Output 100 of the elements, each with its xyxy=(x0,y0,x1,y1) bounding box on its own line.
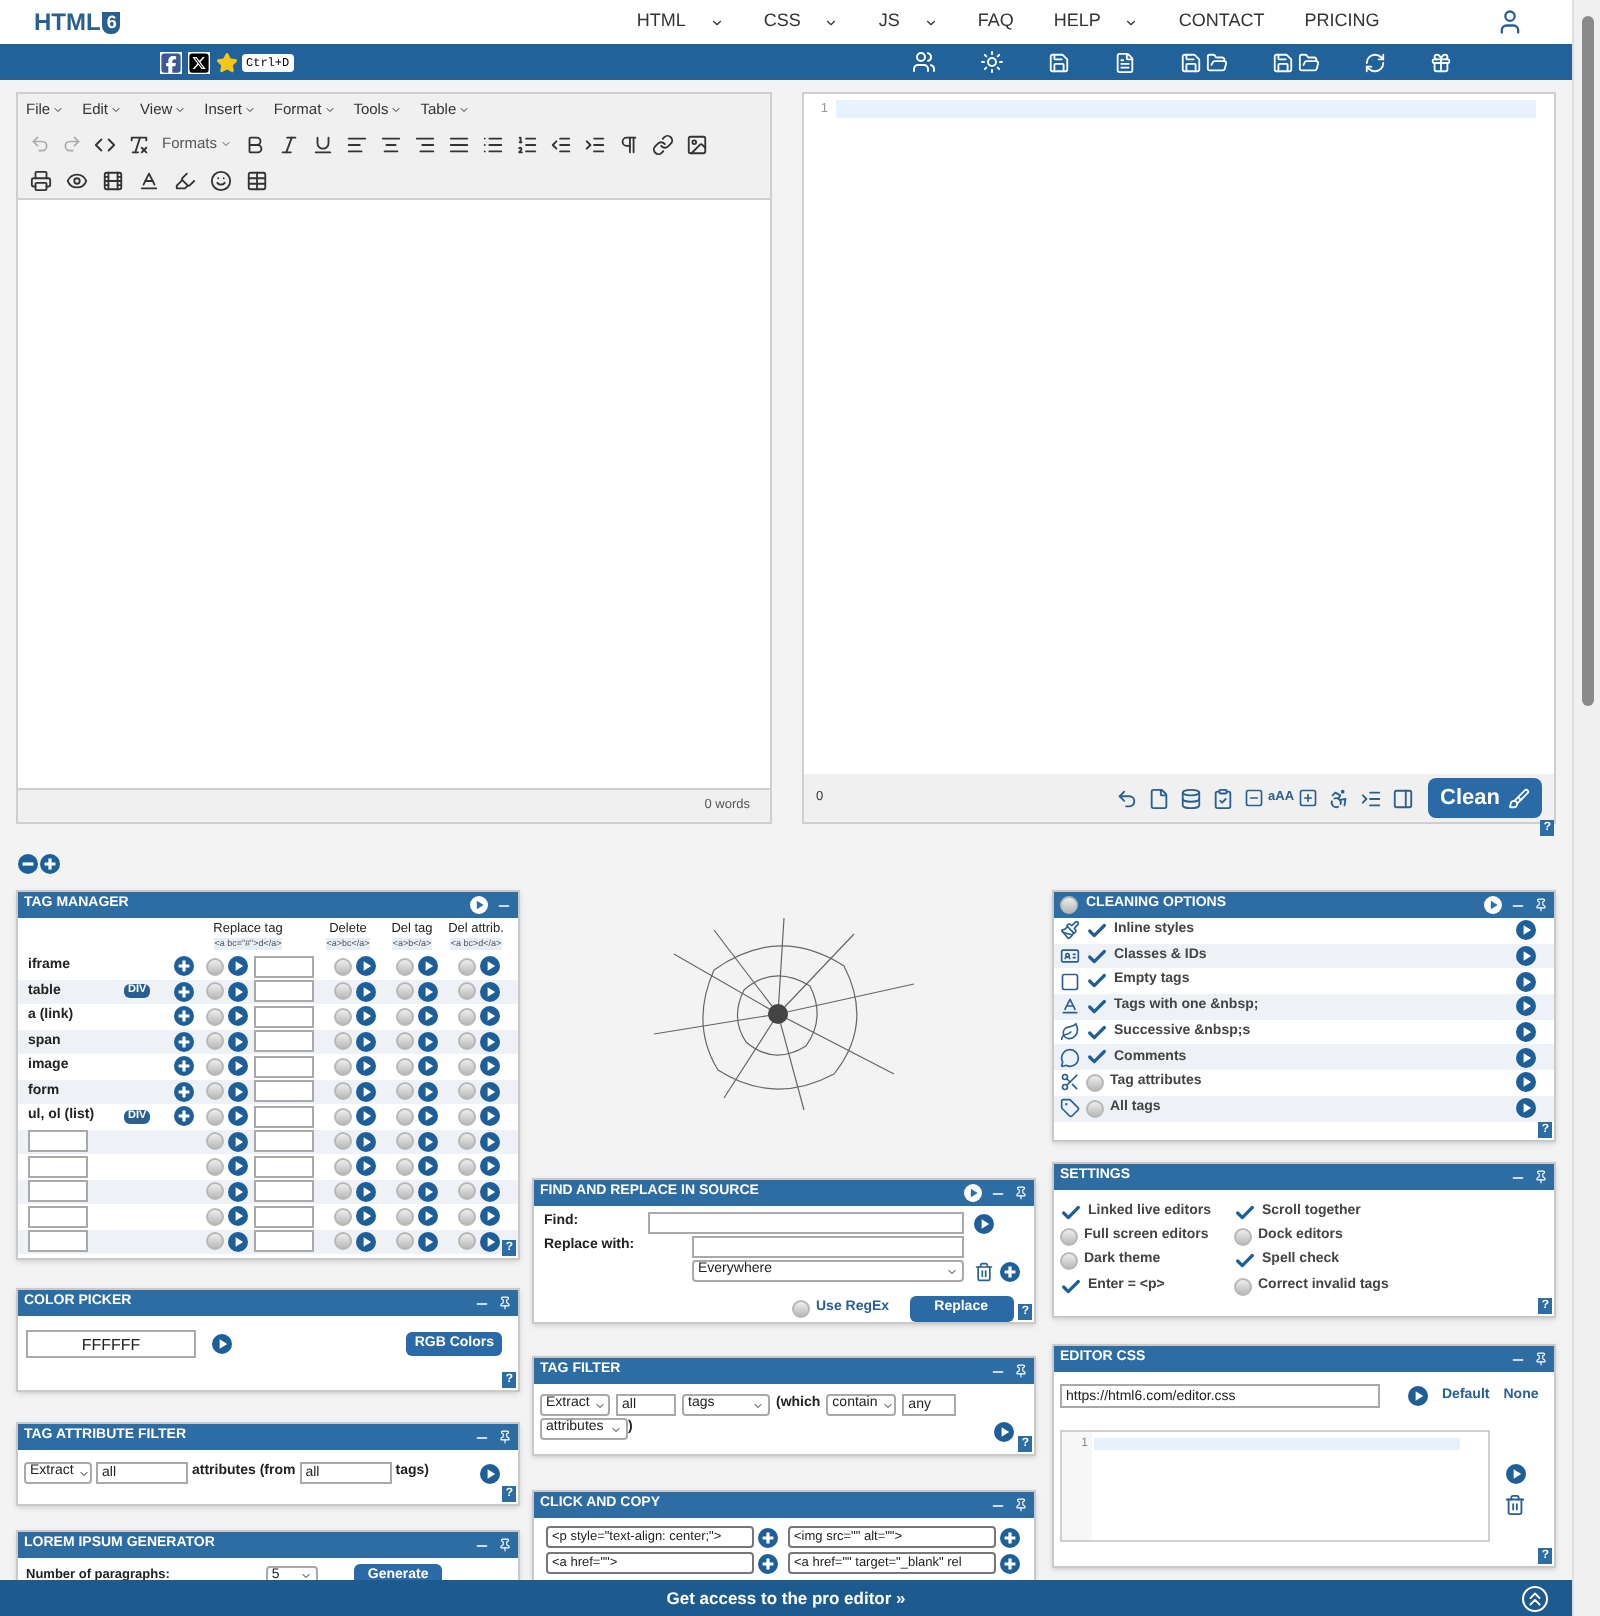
play-button[interactable] xyxy=(1516,1022,1536,1043)
color-field[interactable]: FFFFFF xyxy=(26,1330,196,1358)
radio-button[interactable] xyxy=(334,1057,352,1076)
play-button[interactable] xyxy=(356,1206,376,1227)
outdent-icon[interactable] xyxy=(549,133,572,155)
nav-link[interactable]: JS xyxy=(878,8,938,36)
radio-button[interactable] xyxy=(458,1007,476,1026)
radio-button[interactable] xyxy=(1086,1073,1104,1092)
radio-button[interactable] xyxy=(334,1032,352,1051)
add-button[interactable] xyxy=(1000,1261,1020,1281)
play-button[interactable] xyxy=(418,1006,438,1027)
italic-icon[interactable] xyxy=(277,133,300,155)
play-button[interactable] xyxy=(418,1156,438,1177)
radio-button[interactable] xyxy=(206,1232,224,1251)
emoji-icon[interactable] xyxy=(210,169,232,191)
radio-button[interactable] xyxy=(206,1032,224,1051)
play-button[interactable] xyxy=(480,1156,500,1177)
pin-icon[interactable] xyxy=(1014,1364,1028,1378)
play-button[interactable] xyxy=(1516,1047,1536,1068)
check-icon[interactable] xyxy=(1086,1021,1108,1044)
run-button[interactable] xyxy=(470,896,488,914)
radio-button[interactable] xyxy=(792,1300,810,1318)
promo-link[interactable]: Get access to the pro editor » xyxy=(666,1585,906,1611)
radio-button[interactable] xyxy=(206,1182,224,1201)
scroll-top-icon[interactable] xyxy=(1522,1585,1548,1611)
table-icon[interactable] xyxy=(246,169,268,191)
radio-button[interactable] xyxy=(206,1107,224,1126)
play-button[interactable] xyxy=(480,981,500,1002)
radio-button[interactable] xyxy=(1234,1227,1252,1246)
radio-button[interactable] xyxy=(206,1207,224,1226)
play-button[interactable] xyxy=(418,1081,438,1102)
play-button[interactable] xyxy=(480,1463,500,1483)
play-button[interactable] xyxy=(1505,1464,1525,1484)
radio-button[interactable] xyxy=(458,1082,476,1101)
check-icon[interactable] xyxy=(1086,919,1108,942)
play-button[interactable] xyxy=(418,1131,438,1152)
radio-button[interactable] xyxy=(458,1107,476,1126)
play-button[interactable] xyxy=(356,1131,376,1152)
pin-icon[interactable] xyxy=(498,1430,512,1444)
pin-icon[interactable] xyxy=(1534,1352,1548,1366)
radio-button[interactable] xyxy=(334,1132,352,1151)
add-button[interactable] xyxy=(758,1553,778,1573)
play-button[interactable] xyxy=(480,956,500,977)
play-button[interactable] xyxy=(228,1056,248,1077)
nav-link[interactable]: PRICING xyxy=(1304,8,1380,36)
panel-icon[interactable] xyxy=(1392,787,1415,809)
star-icon[interactable] xyxy=(216,51,238,73)
play-button[interactable] xyxy=(228,956,248,977)
play-button[interactable] xyxy=(480,1006,500,1027)
radio-button[interactable] xyxy=(334,957,352,976)
play-button[interactable] xyxy=(418,956,438,977)
folder-icon[interactable] xyxy=(1297,51,1320,73)
pilcrow-icon[interactable] xyxy=(617,133,640,155)
save-icon[interactable] xyxy=(1271,51,1294,73)
radio-button[interactable] xyxy=(396,1157,414,1176)
radio-button[interactable] xyxy=(206,982,224,1001)
radio-button[interactable] xyxy=(334,1182,352,1201)
radio-button[interactable] xyxy=(396,1207,414,1226)
radio-button[interactable] xyxy=(1086,1099,1104,1118)
add-button[interactable] xyxy=(758,1527,778,1547)
replace-input[interactable] xyxy=(254,955,314,978)
radio-button[interactable] xyxy=(334,1207,352,1226)
align-justify-icon[interactable] xyxy=(447,133,470,155)
print-icon[interactable] xyxy=(30,169,52,191)
tag-input[interactable] xyxy=(28,1230,88,1253)
play-button[interactable] xyxy=(480,1106,500,1127)
check-icon[interactable] xyxy=(1234,1201,1256,1224)
play-button[interactable] xyxy=(228,1081,248,1102)
add-button[interactable] xyxy=(174,1056,194,1077)
radio-button[interactable] xyxy=(458,1182,476,1201)
replace-input[interactable] xyxy=(254,1155,314,1178)
replace-input[interactable] xyxy=(254,1055,314,1078)
play-button[interactable] xyxy=(356,1231,376,1252)
replace-input[interactable] xyxy=(254,1180,314,1203)
radio-button[interactable] xyxy=(458,1032,476,1051)
play-button[interactable] xyxy=(480,1056,500,1077)
play-button[interactable] xyxy=(356,1181,376,1202)
play-button[interactable] xyxy=(1516,1072,1536,1093)
clipboard-icon[interactable] xyxy=(1212,787,1235,809)
play-button[interactable] xyxy=(1516,946,1536,967)
highlight-icon[interactable] xyxy=(174,169,196,191)
trash-icon[interactable] xyxy=(1504,1494,1526,1516)
play-button[interactable] xyxy=(418,1056,438,1077)
radio-button[interactable] xyxy=(396,1032,414,1051)
radio-button[interactable] xyxy=(206,957,224,976)
nav-link[interactable]: FAQ xyxy=(977,8,1014,36)
radio-button[interactable] xyxy=(396,1107,414,1126)
check-icon[interactable] xyxy=(1086,970,1108,993)
play-button[interactable] xyxy=(228,1006,248,1027)
spell-check-icon[interactable] xyxy=(1328,787,1351,809)
play-button[interactable] xyxy=(356,956,376,977)
radio-button[interactable] xyxy=(334,1082,352,1101)
play-button[interactable] xyxy=(228,981,248,1002)
replace-input[interactable] xyxy=(254,1230,314,1253)
media-icon[interactable] xyxy=(102,169,124,191)
folder-icon[interactable] xyxy=(1205,51,1228,73)
radio-button[interactable] xyxy=(1060,896,1078,914)
play-button[interactable] xyxy=(356,1056,376,1077)
bold-icon[interactable] xyxy=(243,133,266,155)
radio-button[interactable] xyxy=(458,1057,476,1076)
